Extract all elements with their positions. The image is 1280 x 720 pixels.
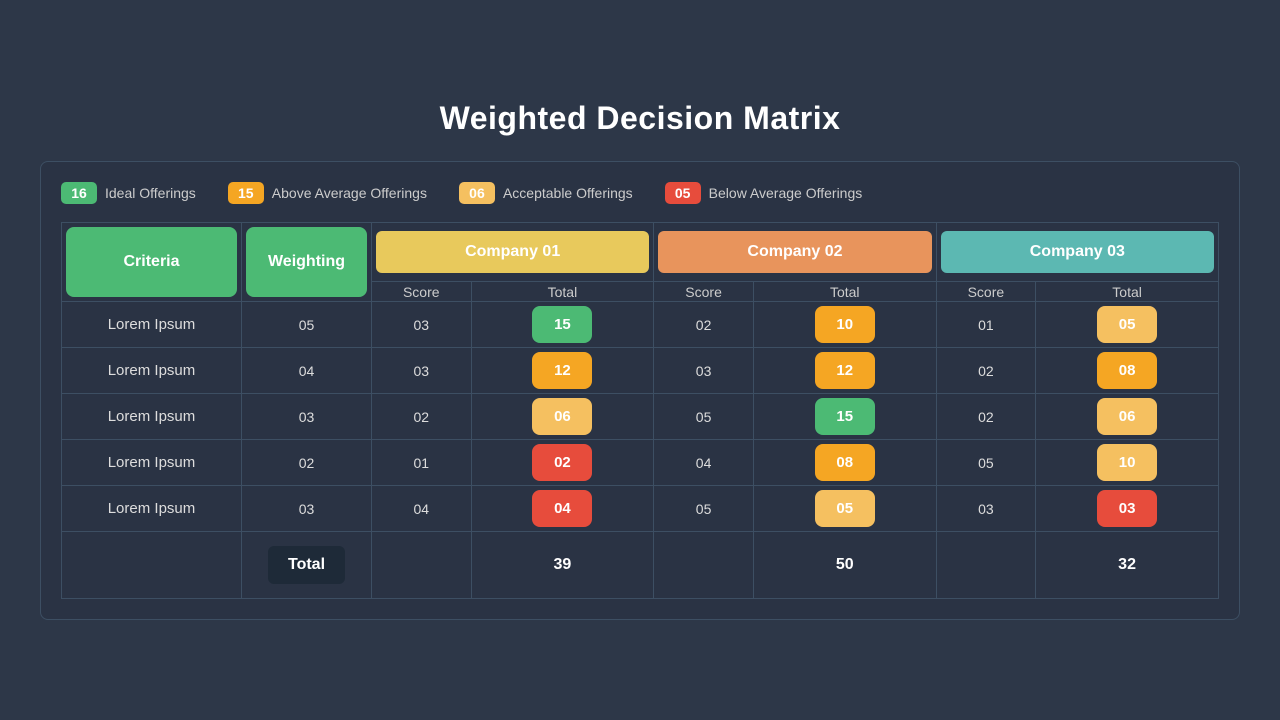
c01-score-cell: 03 [372,348,472,394]
criteria-cell: Lorem Ipsum [62,440,242,486]
weighting-cell: 03 [242,486,372,532]
c03-total-header: Total [1036,282,1219,302]
c02-score-cell: 05 [654,394,754,440]
c03-total-cell: 05 [1036,302,1219,348]
criteria-cell: Lorem Ipsum [62,394,242,440]
table-row: Lorem Ipsum 04 03 12 03 12 02 08 [62,348,1219,394]
c02-total-cell: 10 [753,302,936,348]
legend-label-above: Above Average Offerings [272,185,427,201]
c03-total-badge: 05 [1097,306,1157,343]
c01-score-cell: 03 [372,302,472,348]
c02-total-badge: 12 [815,352,875,389]
criteria-cell: Lorem Ipsum [62,486,242,532]
c02-total-header: Total [753,282,936,302]
matrix-table: Criteria Weighting Company 01 Company 02… [61,222,1219,599]
weighting-cell: 03 [242,394,372,440]
weighting-cell: 02 [242,440,372,486]
c03-total-badge: 06 [1097,398,1157,435]
legend-item-below: 05 Below Average Offerings [665,182,863,204]
table-row: Lorem Ipsum 05 03 15 02 10 01 05 [62,302,1219,348]
legend-badge-below: 05 [665,182,701,204]
c03-total-cell: 06 [1036,394,1219,440]
weighting-cell: 04 [242,348,372,394]
c01-total-header: Total [471,282,654,302]
c01-total-badge: 04 [532,490,592,527]
total-c02-value: 50 [753,532,936,599]
weighting-header: Weighting [246,227,367,297]
total-label-cell: Total [242,532,372,599]
c03-total-badge: 03 [1097,490,1157,527]
c01-total-badge: 06 [532,398,592,435]
legend-item-ideal: 16 Ideal Offerings [61,182,196,204]
table-row: Lorem Ipsum 02 01 02 04 08 05 10 [62,440,1219,486]
c03-total-cell: 08 [1036,348,1219,394]
legend-label-below: Below Average Offerings [709,185,863,201]
total-c01-score-empty [372,532,472,599]
total-c03-score-empty [936,532,1036,599]
matrix-container: 16 Ideal Offerings 15 Above Average Offe… [40,161,1240,620]
c02-total-badge: 05 [815,490,875,527]
c03-score-cell: 03 [936,486,1036,532]
legend-badge-ideal: 16 [61,182,97,204]
c03-score-cell: 05 [936,440,1036,486]
c03-score-header: Score [936,282,1036,302]
c02-total-badge: 08 [815,444,875,481]
c01-total-badge: 02 [532,444,592,481]
c03-total-badge: 08 [1097,352,1157,389]
c01-score-header: Score [372,282,472,302]
legend-badge-acceptable: 06 [459,182,495,204]
c02-score-cell: 05 [654,486,754,532]
c01-total-cell: 06 [471,394,654,440]
company03-header: Company 03 [941,231,1214,273]
c01-score-cell: 04 [372,486,472,532]
legend-item-above: 15 Above Average Offerings [228,182,427,204]
legend-label-ideal: Ideal Offerings [105,185,196,201]
criteria-cell: Lorem Ipsum [62,348,242,394]
c03-score-cell: 02 [936,348,1036,394]
c01-total-cell: 04 [471,486,654,532]
total-empty-criteria [62,532,242,599]
c01-total-cell: 15 [471,302,654,348]
legend-item-acceptable: 06 Acceptable Offerings [459,182,633,204]
total-c01-value: 39 [471,532,654,599]
c01-total-cell: 12 [471,348,654,394]
c01-score-cell: 02 [372,394,472,440]
c01-score-cell: 01 [372,440,472,486]
c02-total-cell: 15 [753,394,936,440]
company02-header: Company 02 [658,231,931,273]
c02-total-cell: 08 [753,440,936,486]
c03-total-cell: 03 [1036,486,1219,532]
c02-total-badge: 15 [815,398,875,435]
c03-total-cell: 10 [1036,440,1219,486]
legend: 16 Ideal Offerings 15 Above Average Offe… [61,182,1219,204]
c03-score-cell: 02 [936,394,1036,440]
total-c02-score-empty [654,532,754,599]
page-title: Weighted Decision Matrix [440,100,841,137]
table-row: Lorem Ipsum 03 02 06 05 15 02 06 [62,394,1219,440]
c02-score-cell: 04 [654,440,754,486]
c01-total-badge: 12 [532,352,592,389]
c02-total-badge: 10 [815,306,875,343]
criteria-header: Criteria [66,227,237,297]
c01-total-badge: 15 [532,306,592,343]
c02-total-cell: 05 [753,486,936,532]
total-c03-value: 32 [1036,532,1219,599]
c03-total-badge: 10 [1097,444,1157,481]
weighting-cell: 05 [242,302,372,348]
c01-total-cell: 02 [471,440,654,486]
total-row: Total 39 50 32 [62,532,1219,599]
header-row-1: Criteria Weighting Company 01 Company 02… [62,223,1219,282]
legend-label-acceptable: Acceptable Offerings [503,185,633,201]
c02-score-cell: 03 [654,348,754,394]
c02-score-cell: 02 [654,302,754,348]
c02-score-header: Score [654,282,754,302]
table-row: Lorem Ipsum 03 04 04 05 05 03 03 [62,486,1219,532]
c02-total-cell: 12 [753,348,936,394]
total-label: Total [268,546,345,584]
c03-score-cell: 01 [936,302,1036,348]
criteria-cell: Lorem Ipsum [62,302,242,348]
legend-badge-above: 15 [228,182,264,204]
company01-header: Company 01 [376,231,649,273]
